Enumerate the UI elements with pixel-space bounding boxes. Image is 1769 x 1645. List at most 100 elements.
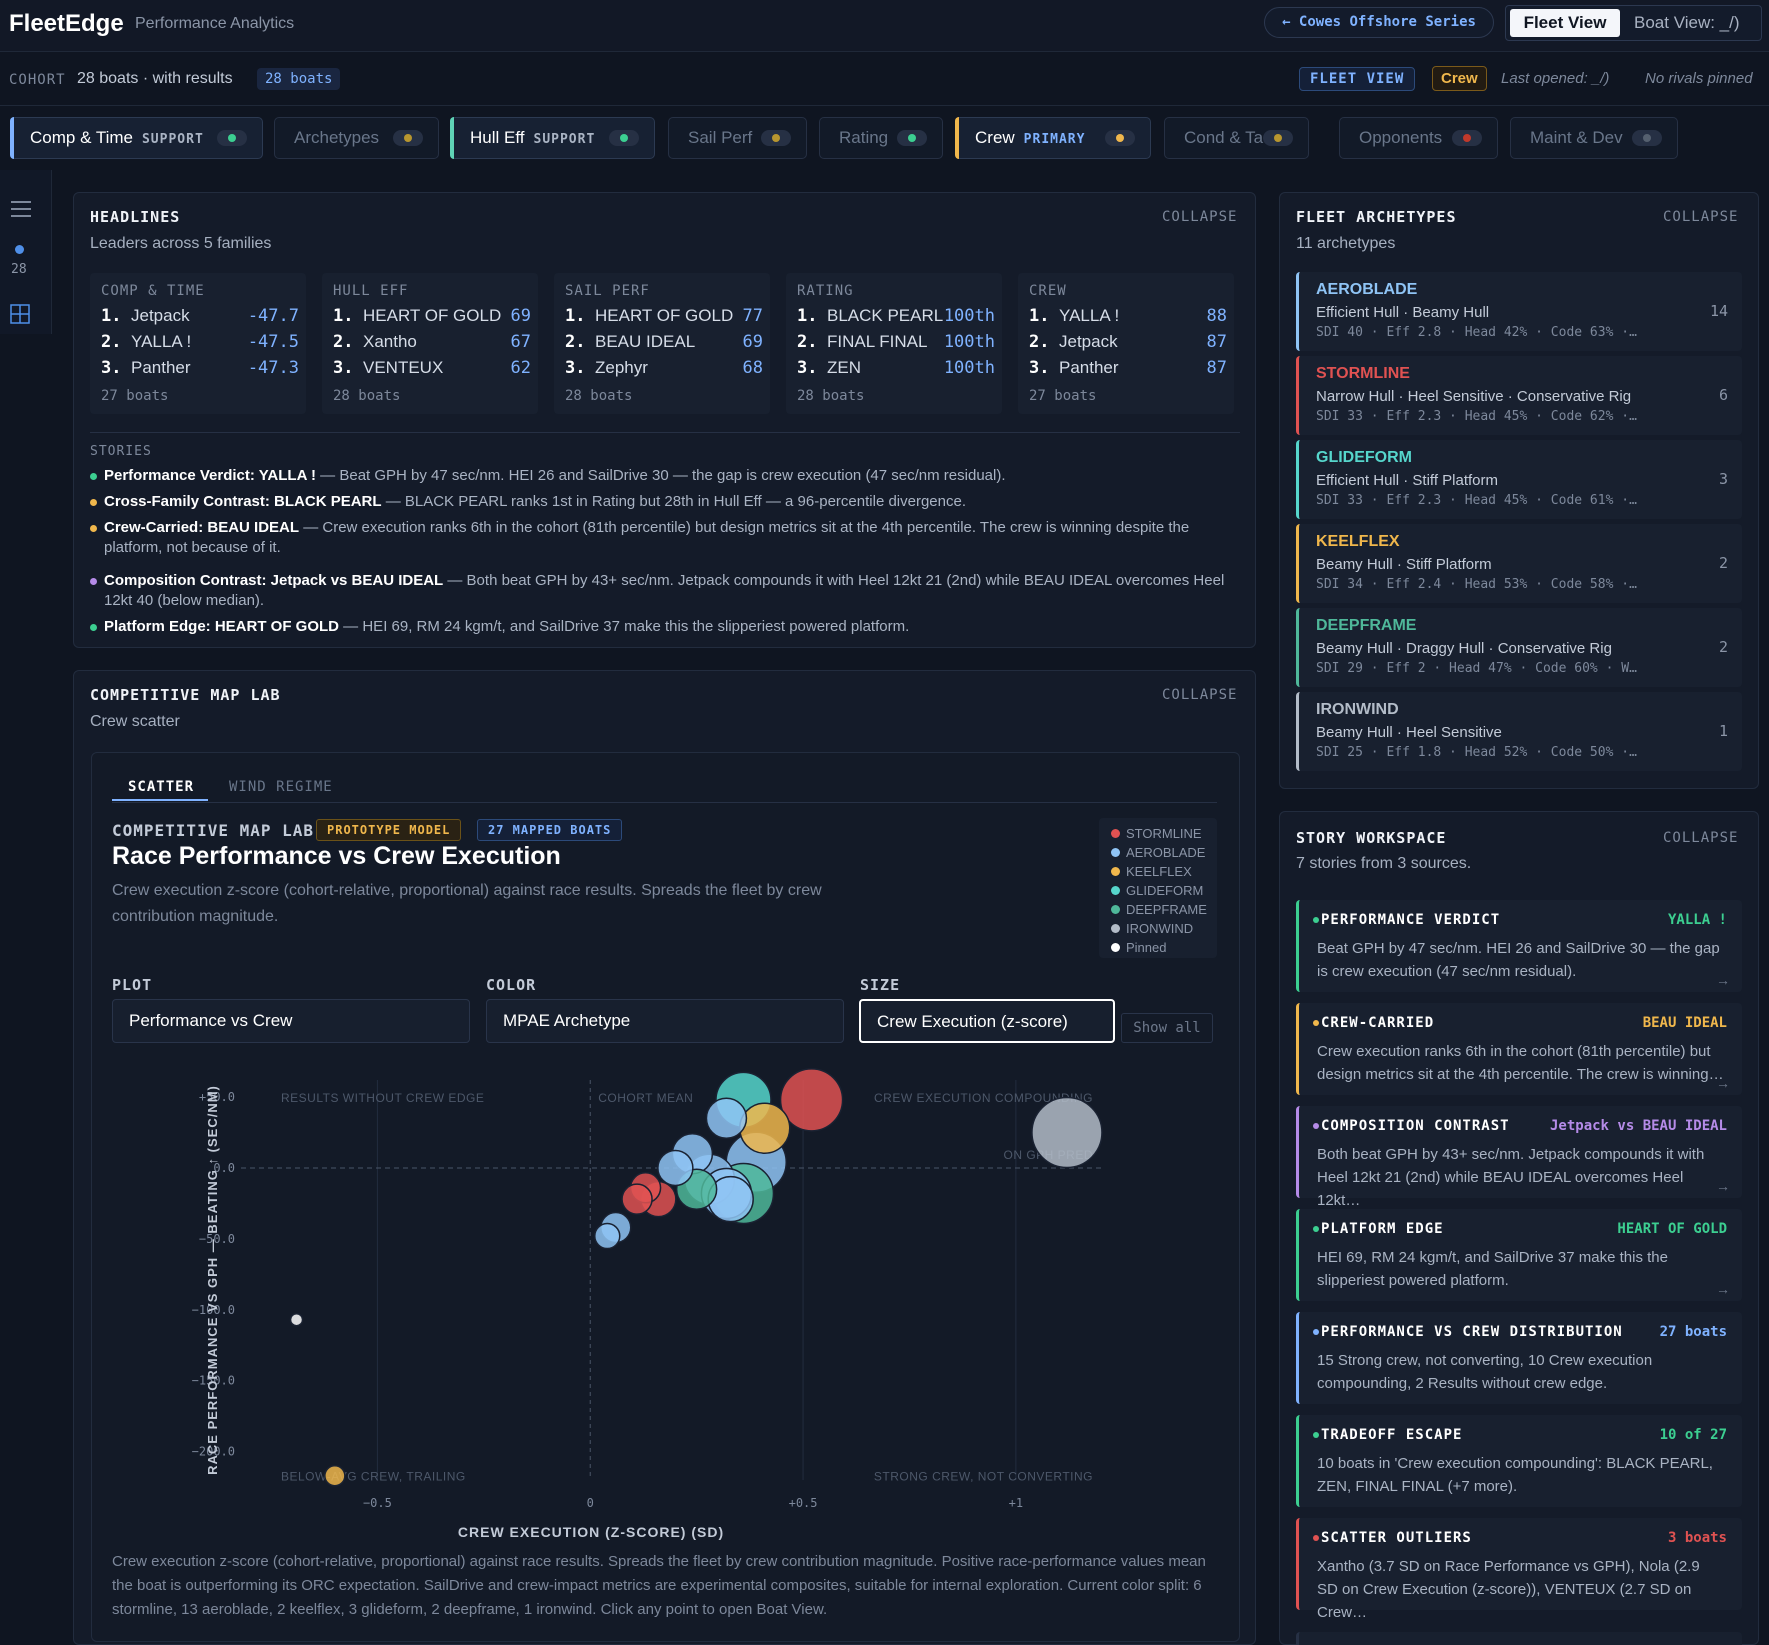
headline-row[interactable]: 3. Zephyr 68	[565, 358, 763, 380]
fleet-view-button[interactable]: Fleet View	[1510, 9, 1620, 37]
tab-sail-perf[interactable]: Sail Perf	[668, 117, 807, 159]
arrow-right-icon[interactable]: →	[1716, 1281, 1730, 1297]
scatter-point[interactable]	[324, 1464, 346, 1487]
story-item[interactable]: Crew-Carried: BEAU IDEAL — Crew executio…	[90, 518, 1240, 558]
scatter-chart[interactable]: −0.5 0 +0.5 +1+50.00.0−50.0−100.0−150.0−200…	[91, 1060, 1240, 1540]
cohort-count-badge[interactable]: 28 boats	[257, 68, 341, 90]
archetype-card[interactable]: DEEPFRAME Beamy Hull · Draggy Hull · Cons…	[1296, 608, 1742, 687]
boat-name: Panther	[1059, 358, 1119, 377]
story-card[interactable]: CREW-CARRIED BEAU IDEAL Crew execution ran…	[1296, 1003, 1742, 1095]
archetype-card[interactable]: KEELFLEX Beamy Hull · Stiff Platform SDI 3…	[1296, 524, 1742, 603]
archetype-card[interactable]: IRONWIND Beamy Hull · Heel Sensitive SDI 2…	[1296, 692, 1742, 771]
map-lab-collapse-button[interactable]: COLLAPSE	[1162, 687, 1237, 703]
headline-row[interactable]: 1. HEART OF GOLD 69	[333, 306, 531, 328]
story-card[interactable]	[1296, 1632, 1742, 1645]
scatter-point[interactable]	[705, 1097, 748, 1140]
archetypes-collapse-button[interactable]: COLLAPSE	[1663, 209, 1738, 225]
scatter-point[interactable]	[738, 1102, 791, 1154]
plot-select[interactable]: Performance vs Crew	[112, 999, 470, 1043]
tab-cond-tac[interactable]: Cond & Tac	[1164, 117, 1309, 159]
arrow-right-icon[interactable]: →	[1716, 1075, 1730, 1091]
headline-row[interactable]: 2. Xantho 67	[333, 332, 531, 354]
story-card[interactable]: COMPOSITION CONTRAST Jetpack vs BEAU IDEA…	[1296, 1106, 1742, 1209]
headline-category: SAIL PERF	[565, 283, 650, 299]
status-toggle-icon[interactable]	[761, 130, 791, 146]
grid-icon[interactable]	[10, 304, 30, 324]
size-select[interactable]: Crew Execution (z-score)	[859, 999, 1115, 1043]
story-card[interactable]: PERFORMANCE VERDICT YALLA ! Beat GPH by 47…	[1296, 900, 1742, 992]
headline-row[interactable]: 2. YALLA ! -47.5	[101, 332, 299, 354]
tab-maint-dev[interactable]: Maint & Dev	[1510, 117, 1678, 159]
workspace-collapse-button[interactable]: COLLAPSE	[1663, 830, 1738, 846]
legend-item[interactable]: STORMLINE	[1111, 826, 1202, 841]
tab-opponents[interactable]: Opponents	[1339, 117, 1498, 159]
status-toggle-icon[interactable]	[1632, 130, 1662, 146]
story-item[interactable]: Performance Verdict: YALLA ! — Beat GPH …	[90, 466, 1240, 486]
headline-row[interactable]: 3. VENTEUX 62	[333, 358, 531, 380]
legend-item[interactable]: DEEPFRAME	[1111, 902, 1207, 917]
color-select[interactable]: MPAE Archetype	[486, 999, 844, 1043]
headline-row[interactable]: 1. YALLA ! 88	[1029, 306, 1227, 328]
legend-item[interactable]: GLIDEFORM	[1111, 883, 1203, 898]
arrow-right-icon[interactable]: →	[1716, 1178, 1730, 1194]
archetype-metrics: SDI 29 · Eff 2 · Head 47% · Code 60% · W…	[1316, 661, 1637, 676]
status-toggle-icon[interactable]	[1105, 130, 1135, 146]
crew-focus-badge[interactable]: Crew	[1432, 66, 1487, 91]
status-toggle-icon[interactable]	[1452, 130, 1482, 146]
legend-item[interactable]: Pinned	[1111, 940, 1166, 955]
x-tick-label: +0.5	[789, 1496, 818, 1510]
headline-row[interactable]: 2. FINAL FINAL 100th	[797, 332, 995, 354]
story-card[interactable]: PERFORMANCE VS CREW DISTRIBUTION 27 boats…	[1296, 1312, 1742, 1404]
story-item[interactable]: Cross-Family Contrast: BLACK PEARL — BLA…	[90, 492, 1240, 512]
headline-row[interactable]: 2. Jetpack 87	[1029, 332, 1227, 354]
tab-hull-eff[interactable]: Hull Eff SUPPORT	[450, 117, 655, 159]
scatter-point[interactable]	[621, 1183, 653, 1215]
rank: 3.	[565, 358, 586, 378]
headline-row[interactable]: 1. Jetpack -47.7	[101, 306, 299, 328]
story-card[interactable]: SCATTER OUTLIERS 3 boats Xantho (3.7 SD on…	[1296, 1518, 1742, 1621]
headline-row[interactable]: 1. BLACK PEARL 100th	[797, 306, 995, 328]
story-card[interactable]: PLATFORM EDGE HEART OF GOLD HEI 69, RM 24 …	[1296, 1209, 1742, 1301]
tab-archetypes[interactable]: Archetypes	[274, 117, 439, 159]
status-toggle-icon[interactable]	[217, 130, 247, 146]
story-card-title: PERFORMANCE VS CREW DISTRIBUTION	[1321, 1324, 1623, 1340]
tab-rating[interactable]: Rating	[819, 117, 943, 159]
headline-row[interactable]: 2. BEAU IDEAL 69	[565, 332, 763, 354]
story-card-title: COMPOSITION CONTRAST	[1321, 1118, 1510, 1134]
show-all-button[interactable]: Show all	[1121, 1013, 1213, 1043]
menu-icon[interactable]	[11, 200, 31, 218]
scatter-point[interactable]	[594, 1222, 621, 1250]
archetype-card[interactable]: GLIDEFORM Efficient Hull · Stiff Platform…	[1296, 440, 1742, 519]
headline-row[interactable]: 3. ZEN 100th	[797, 358, 995, 380]
arrow-right-icon[interactable]: →	[1716, 972, 1730, 988]
status-toggle-icon[interactable]	[1263, 130, 1293, 146]
legend-item[interactable]: KEELFLEX	[1111, 864, 1192, 879]
headline-row[interactable]: 1. HEART OF GOLD 77	[565, 306, 763, 328]
legend-item[interactable]: IRONWIND	[1111, 921, 1193, 936]
archetype-card[interactable]: STORMLINE Narrow Hull · Heel Sensitive · …	[1296, 356, 1742, 435]
series-back-button[interactable]: ← Cowes Offshore Series	[1264, 7, 1494, 38]
status-toggle-icon[interactable]	[609, 130, 639, 146]
tab-scatter[interactable]: SCATTER	[128, 779, 194, 795]
tab-wind-regime[interactable]: WIND REGIME	[229, 779, 333, 795]
tab-crew[interactable]: Crew PRIMARY	[955, 117, 1151, 159]
scatter-point[interactable]	[779, 1068, 844, 1132]
legend-item[interactable]: AEROBLADE	[1111, 845, 1205, 860]
rank: 2.	[101, 332, 122, 352]
headlines-collapse-button[interactable]: COLLAPSE	[1162, 209, 1237, 225]
scatter-point[interactable]	[289, 1312, 304, 1327]
story-card[interactable]: TRADEOFF ESCAPE 10 of 27 10 boats in 'Crew…	[1296, 1415, 1742, 1507]
story-item[interactable]: Platform Edge: HEART OF GOLD — HEI 69, R…	[90, 617, 1240, 637]
status-toggle-icon[interactable]	[897, 130, 927, 146]
archetype-card[interactable]: AEROBLADE Efficient Hull · Beamy Hull SDI …	[1296, 272, 1742, 351]
tab-comp-time[interactable]: Comp & Time SUPPORT	[10, 117, 263, 159]
scatter-point[interactable]	[1031, 1096, 1103, 1169]
story-item[interactable]: Composition Contrast: Jetpack vs BEAU ID…	[90, 571, 1240, 611]
scatter-point[interactable]	[657, 1149, 694, 1187]
headline-row[interactable]: 3. Panther 87	[1029, 358, 1227, 380]
headline-row[interactable]: 3. Panther -47.3	[101, 358, 299, 380]
boat-view-button[interactable]: Boat View: _/)	[1634, 9, 1740, 37]
app-logo[interactable]: FleetEdge	[9, 10, 124, 38]
archetype-metrics: SDI 40 · Eff 2.8 · Head 42% · Code 63% ·…	[1316, 325, 1637, 340]
status-toggle-icon[interactable]	[393, 130, 423, 146]
